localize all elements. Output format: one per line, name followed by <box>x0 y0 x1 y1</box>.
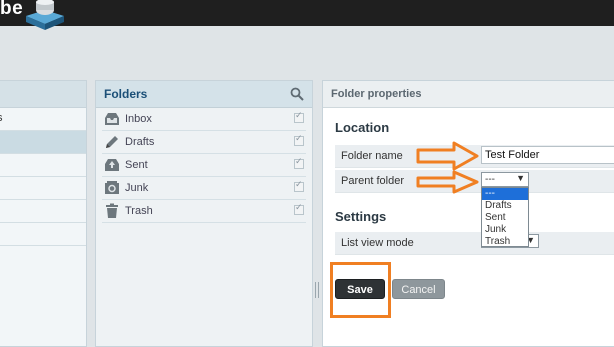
panel-splitter[interactable] <box>315 282 319 298</box>
dropdown-option[interactable]: Junk <box>482 224 528 236</box>
folder-name-input[interactable]: Test Folder <box>481 146 614 164</box>
roundcube-logo-icon <box>26 0 64 30</box>
pencil-icon <box>106 136 118 148</box>
folder-row-drafts[interactable]: Drafts <box>102 131 306 154</box>
parent-folder-select[interactable]: --- ▼ <box>481 172 529 187</box>
subscribe-checkbox[interactable] <box>294 180 304 192</box>
folders-panel: Folders Inbox Drafts Sent <box>95 80 313 347</box>
left-list-item-selected[interactable] <box>0 131 86 154</box>
trash-icon <box>106 203 118 218</box>
subscribe-checkbox[interactable] <box>294 134 304 146</box>
folder-name-value: Test Folder <box>485 149 540 161</box>
left-list-item[interactable] <box>0 177 86 200</box>
folder-name-label: Folder name <box>341 150 403 162</box>
folder-row-junk[interactable]: Junk <box>102 177 306 200</box>
properties-title: Folder properties <box>331 88 422 100</box>
search-icon[interactable] <box>290 87 304 101</box>
dropdown-option[interactable]: --- <box>482 188 528 200</box>
left-panel: s <box>0 80 87 347</box>
inbox-icon <box>105 113 119 125</box>
folder-row-inbox[interactable]: Inbox <box>102 108 306 131</box>
folders-header: Folders <box>96 81 312 108</box>
settings-section-title: Settings <box>335 209 387 224</box>
properties-header: Folder properties <box>323 81 614 108</box>
arrow-right-icon <box>416 141 479 171</box>
sent-icon <box>105 159 119 171</box>
left-panel-header <box>0 81 86 108</box>
list-view-mode-label: List view mode <box>341 237 414 249</box>
list-view-mode-row: List view mode <box>335 232 614 255</box>
parent-folder-value: --- <box>485 174 495 185</box>
parent-folder-dropdown: --- Drafts Sent Junk Trash <box>481 187 529 247</box>
left-list-item[interactable] <box>0 223 86 246</box>
cancel-button[interactable]: Cancel <box>392 279 445 299</box>
folders-title: Folders <box>104 87 148 101</box>
folder-label: Sent <box>125 159 148 171</box>
dropdown-option[interactable]: Trash <box>482 236 528 248</box>
left-list-item[interactable] <box>0 154 86 177</box>
junk-icon <box>105 181 119 194</box>
subscribe-checkbox[interactable] <box>294 111 304 123</box>
dropdown-option[interactable]: Sent <box>482 212 528 224</box>
save-highlight-box <box>330 262 391 318</box>
top-bar: be <box>0 0 614 30</box>
folder-label: Junk <box>125 182 149 194</box>
folder-label: Drafts <box>125 136 155 148</box>
parent-folder-label: Parent folder <box>341 175 404 187</box>
folder-row-sent[interactable]: Sent <box>102 154 306 177</box>
chevron-down-icon: ▼ <box>516 173 525 183</box>
arrow-right-icon <box>416 170 479 194</box>
left-list-item[interactable] <box>0 200 86 223</box>
subscribe-checkbox[interactable] <box>294 157 304 169</box>
dropdown-option[interactable]: Drafts <box>482 200 528 212</box>
left-list-item[interactable]: s <box>0 108 86 131</box>
brand-text: be <box>0 0 24 19</box>
folder-label: Inbox <box>125 113 152 125</box>
folder-row-trash[interactable]: Trash <box>102 200 306 223</box>
subscribe-checkbox[interactable] <box>294 203 304 215</box>
location-section-title: Location <box>335 120 390 135</box>
folder-label: Trash <box>125 205 153 217</box>
